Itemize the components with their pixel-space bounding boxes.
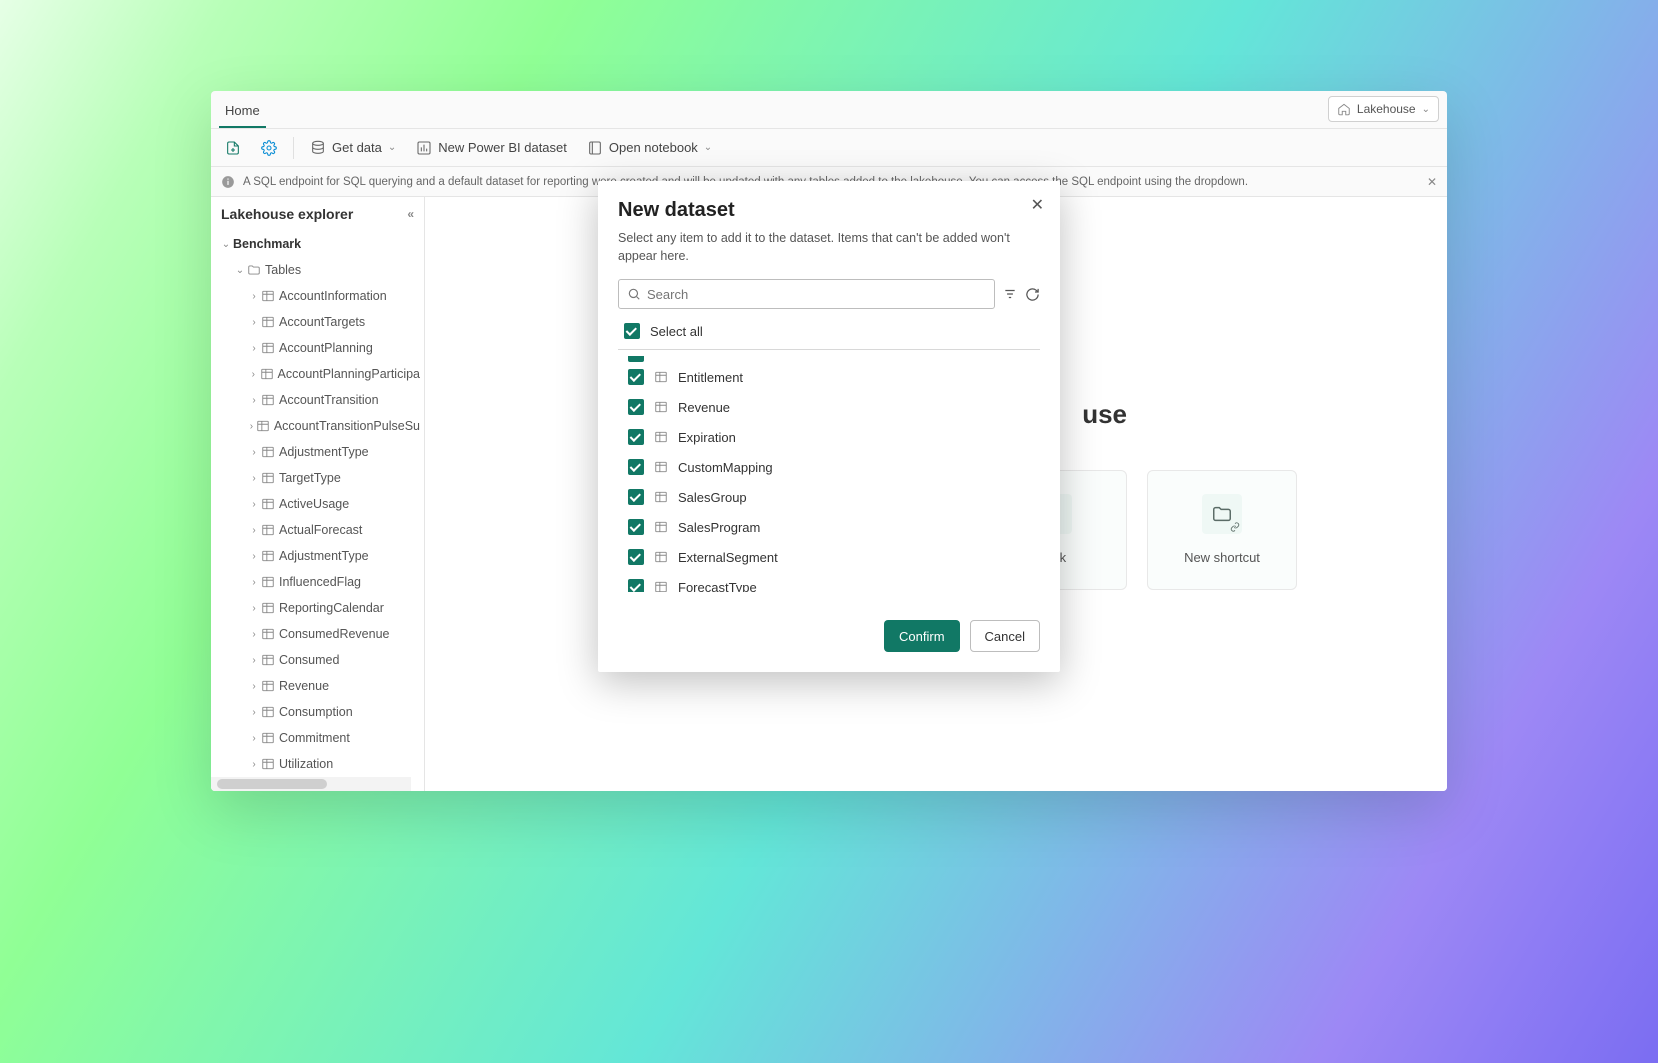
search-input[interactable] <box>647 287 986 302</box>
item-label: Entitlement <box>678 370 743 385</box>
filter-button[interactable] <box>1003 287 1017 301</box>
item-checkbox[interactable] <box>628 399 644 415</box>
search-box[interactable] <box>618 279 995 309</box>
dialog-item-list[interactable]: Entitlement Revenue Expiration CustomMappin… <box>618 356 1040 592</box>
dataset-item-row[interactable]: SalesProgram <box>618 512 1040 542</box>
item-checkbox[interactable] <box>628 549 644 565</box>
item-checkbox[interactable] <box>628 429 644 445</box>
select-all-checkbox[interactable] <box>624 323 640 339</box>
item-label: SalesGroup <box>678 490 747 505</box>
item-label: ExternalSegment <box>678 550 778 565</box>
item-label: Revenue <box>678 400 730 415</box>
table-icon <box>654 580 668 592</box>
refresh-button[interactable] <box>1025 287 1040 302</box>
dataset-item-row[interactable]: SalesGroup <box>618 482 1040 512</box>
select-all-label: Select all <box>650 324 703 339</box>
dataset-item-row[interactable]: Revenue <box>618 392 1040 422</box>
item-checkbox[interactable] <box>628 489 644 505</box>
search-icon <box>627 287 641 301</box>
table-icon <box>654 550 668 564</box>
dataset-item-row[interactable]: ForecastType <box>618 572 1040 592</box>
table-icon <box>654 490 668 504</box>
dialog-title: New dataset <box>618 199 1040 222</box>
dialog-close-button[interactable]: ✕ <box>1031 195 1044 215</box>
dialog-description: Select any item to add it to the dataset… <box>618 230 1040 265</box>
item-label: ForecastType <box>678 580 757 593</box>
item-label: Expiration <box>678 430 736 445</box>
cancel-button[interactable]: Cancel <box>970 620 1040 652</box>
confirm-button[interactable]: Confirm <box>884 620 960 652</box>
new-dataset-dialog: New dataset ✕ Select any item to add it … <box>598 181 1060 672</box>
table-icon <box>654 430 668 444</box>
table-icon <box>654 460 668 474</box>
item-label: CustomMapping <box>678 460 773 475</box>
dataset-item-row[interactable]: ExternalSegment <box>618 542 1040 572</box>
item-label: SalesProgram <box>678 520 760 535</box>
select-all-row[interactable]: Select all <box>618 319 1040 350</box>
item-checkbox[interactable] <box>628 369 644 385</box>
dataset-item-row[interactable]: CustomMapping <box>618 452 1040 482</box>
dataset-item-row[interactable]: Expiration <box>618 422 1040 452</box>
table-icon <box>654 370 668 384</box>
item-checkbox[interactable] <box>628 459 644 475</box>
item-checkbox[interactable] <box>628 579 644 592</box>
item-checkbox[interactable] <box>628 519 644 535</box>
app-window: Home Lakehouse ⌄ Get data ⌄ New Power BI… <box>211 91 1447 791</box>
table-icon <box>654 520 668 534</box>
table-icon <box>654 400 668 414</box>
dataset-item-row[interactable]: Entitlement <box>618 362 1040 392</box>
